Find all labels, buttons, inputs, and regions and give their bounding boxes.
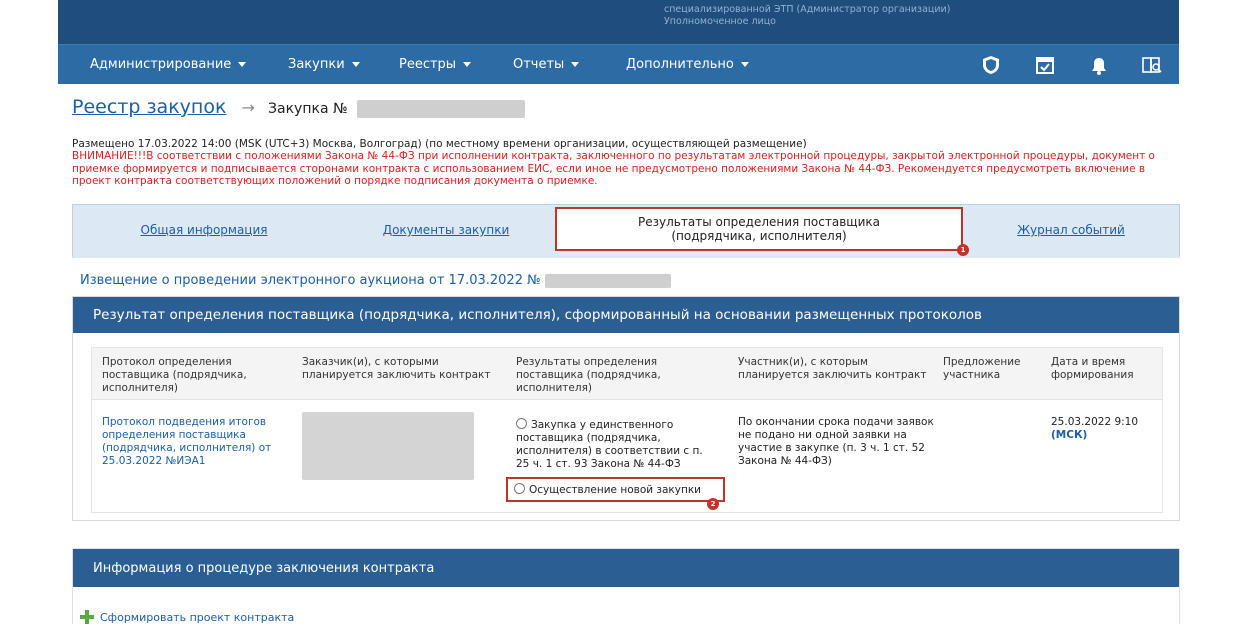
user-role: специализированной ЭТП (Администратор ор… xyxy=(664,4,950,28)
nav-menu-additional[interactable]: Дополнительно xyxy=(626,57,749,72)
main-nav: Администрирование Закупки Реестры Отчеты… xyxy=(58,44,1179,84)
nav-label: Закупки xyxy=(288,57,345,72)
chevron-down-icon xyxy=(571,62,580,67)
nav-menu-registries[interactable]: Реестры xyxy=(399,57,472,72)
breadcrumb-registry-link[interactable]: Реестр закупок xyxy=(72,96,226,118)
notification-count: 99 xyxy=(1099,50,1109,58)
user-role-line: специализированной ЭТП (Администратор ор… xyxy=(664,4,951,15)
protocol-link[interactable]: Протокол подведения итогов определения п… xyxy=(102,416,282,468)
result-option-new-purchase[interactable]: Осуществление новой закупки xyxy=(514,483,719,497)
reference-book-icon[interactable] xyxy=(1141,54,1163,76)
participant-text: По окончании срока подачи заявок не пода… xyxy=(738,416,934,467)
shield-icon[interactable] xyxy=(980,54,1002,76)
notice-link[interactable]: Извещение о проведении электронного аукц… xyxy=(80,273,671,288)
nav-label: Отчеты xyxy=(513,57,565,72)
nav-label: Дополнительно xyxy=(626,57,734,72)
results-panel-title: Результат определения поставщика (подряд… xyxy=(73,297,1179,333)
breadcrumb: Реестр закупок → Закупка № xyxy=(72,96,525,118)
contract-panel-title: Информация о процедуре заключения контра… xyxy=(73,549,1179,587)
radio-button[interactable] xyxy=(516,418,527,429)
breadcrumb-current: Закупка № xyxy=(268,101,348,117)
column-header: Результаты определения поставщика (подря… xyxy=(516,356,661,394)
notice-text: Извещение о проведении электронного аукц… xyxy=(80,273,541,288)
calendar-check-icon[interactable] xyxy=(1034,54,1056,76)
redacted-customer-block xyxy=(302,412,474,480)
option-label: Закупка у единственного поставщика (подр… xyxy=(516,419,703,470)
column-header: Участник(и), с которым планируется заклю… xyxy=(738,356,927,381)
step-badge: 1 xyxy=(957,244,969,256)
redacted-purchase-number xyxy=(356,99,525,118)
chevron-down-icon xyxy=(463,62,472,67)
redacted-customer xyxy=(302,412,477,480)
formation-date: 25.03.2022 9:10 xyxy=(1051,416,1139,428)
nav-label: Администрирование xyxy=(90,57,232,72)
chevron-down-icon xyxy=(740,62,749,67)
results-table: Протокол определения поставщика (подрядч… xyxy=(91,347,1163,513)
option-label: Осуществление новой закупки xyxy=(529,484,702,496)
user-role-line: Уполномоченное лицо xyxy=(664,16,776,27)
arrow-right-icon: → xyxy=(241,98,255,117)
chevron-down-icon xyxy=(351,62,360,67)
plus-icon xyxy=(80,610,94,624)
timezone-link[interactable]: (МСК) xyxy=(1051,429,1151,442)
create-contract-draft-link[interactable]: Сформировать проект контракта xyxy=(80,610,294,624)
chevron-down-icon xyxy=(238,62,247,67)
top-header-bar: специализированной ЭТП (Администратор ор… xyxy=(58,0,1179,44)
tab-bar: Общая информация Документы закупки Резул… xyxy=(72,204,1180,258)
column-header: Предложение участника xyxy=(943,356,1021,381)
nav-label: Реестры xyxy=(399,57,457,72)
radio-button[interactable] xyxy=(514,483,525,494)
results-panel: Результат определения поставщика (подряд… xyxy=(72,296,1180,521)
nav-menu-purchases[interactable]: Закупки xyxy=(288,57,360,72)
table-header-row: Протокол определения поставщика (подрядч… xyxy=(92,348,1162,400)
column-header: Дата и время формирования xyxy=(1051,356,1134,381)
result-option-single-supplier[interactable]: Закупка у единственного поставщика (подр… xyxy=(516,418,716,471)
nav-menu-reports[interactable]: Отчеты xyxy=(513,57,580,72)
nav-menu-administration[interactable]: Администрирование xyxy=(90,57,247,72)
tab-documents[interactable]: Документы закупки xyxy=(335,205,557,255)
column-header: Протокол определения поставщика (подрядч… xyxy=(102,356,247,394)
column-header: Заказчик(и), с которыми планируется закл… xyxy=(302,356,491,381)
create-contract-label: Сформировать проект контракта xyxy=(100,611,295,624)
redacted-notice-number xyxy=(544,273,671,288)
tab-general-info[interactable]: Общая информация xyxy=(73,205,335,255)
warning-text: ВНИМАНИЕ!!!В соответствии с положениями … xyxy=(72,150,1155,187)
posted-date-text: Размещено 17.03.2022 14:00 (MSK (UTC+3) … xyxy=(72,138,807,150)
step-badge: 2 xyxy=(707,498,719,510)
tab-results[interactable]: Результаты определения поставщика (подря… xyxy=(555,207,963,251)
tab-event-journal[interactable]: Журнал событий xyxy=(963,205,1179,255)
